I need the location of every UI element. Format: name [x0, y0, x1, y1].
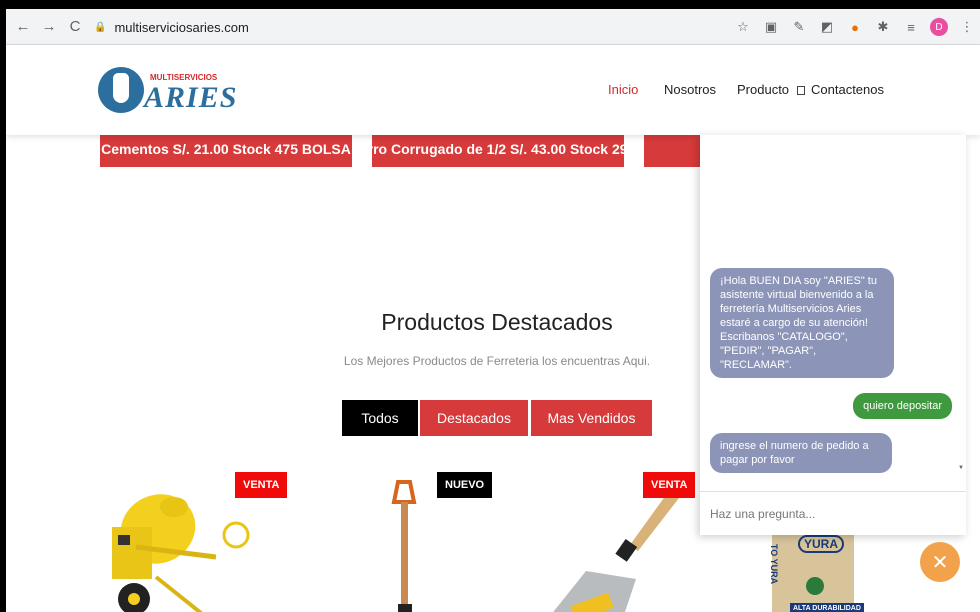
reload-icon[interactable]: C — [62, 14, 88, 40]
pen-icon[interactable]: ✎ — [790, 18, 808, 36]
product-card[interactable] — [526, 479, 686, 612]
chat-close-button[interactable]: ✕ — [920, 542, 960, 582]
back-icon[interactable]: ← — [10, 14, 36, 40]
dropdown-icon — [796, 86, 805, 96]
chat-scrollbar-arrow-icon[interactable]: ▼ — [958, 465, 964, 471]
trowel-image — [553, 481, 686, 612]
close-icon: ✕ — [931, 551, 949, 574]
product-card[interactable] — [366, 474, 446, 612]
chat-widget: ▼ ¡Hola BUEN DIA soy "ARIES" tu asistent… — [700, 135, 966, 535]
section-subtitle: Los Mejores Productos de Ferreteria los … — [343, 354, 651, 368]
cement-bag-tag: ALTA DURABILIDAD — [790, 603, 864, 612]
section-title: Productos Destacados — [381, 309, 613, 335]
browser-toolbar: ← → C 🔒 multiserviciosaries.com ☆ ▣ ✎ ◩ … — [6, 9, 980, 45]
url-text: multiserviciosaries.com — [114, 19, 249, 35]
extension-icon[interactable]: ◩ — [818, 18, 836, 36]
filter-todos-button[interactable]: Todos — [342, 400, 418, 436]
cement-bag-vertical-text: TO YURA — [769, 543, 780, 585]
logo[interactable]: MULTISERVICIOS ARIES — [98, 63, 236, 123]
address-bar[interactable]: 🔒 multiserviciosaries.com — [94, 15, 794, 39]
chat-bot-message: ¡Hola BUEN DIA soy "ARIES" tu asistente … — [710, 268, 894, 378]
extension-icon[interactable]: ▣ — [762, 18, 780, 36]
extensions-bar: ☆ ▣ ✎ ◩ ● ✱ ≡ D ⋮ — [734, 17, 976, 37]
logo-mark-icon — [98, 67, 144, 113]
nav-producto[interactable]: Producto — [737, 82, 805, 97]
badge-venta: VENTA — [643, 472, 696, 498]
nav-inicio[interactable]: Inicio — [608, 82, 638, 97]
menu-icon[interactable]: ⋮ — [958, 18, 976, 36]
ticker-item: Cementos S/. 21.00 Stock 475 BOLSA — [100, 131, 352, 167]
chat-user-message: quiero depositar — [853, 393, 952, 419]
puzzle-icon[interactable]: ✱ — [874, 18, 892, 36]
badge-nuevo: NUEVO — [437, 472, 493, 498]
nav-nosotros[interactable]: Nosotros — [664, 82, 716, 97]
logo-big-text: ARIES — [144, 81, 238, 114]
chat-bot-message: ingrese el numero de pedido a pagar por … — [710, 433, 892, 473]
fire-icon[interactable]: ● — [846, 18, 864, 36]
chat-input-bar — [700, 491, 966, 535]
star-icon[interactable]: ☆ — [734, 18, 752, 36]
ticker-item: Fierro Corrugado de 1/2 S/. 43.00 Stock … — [372, 131, 624, 167]
browser-window: ← → C 🔒 multiserviciosaries.com ☆ ▣ ✎ ◩ … — [6, 9, 980, 612]
badge-venta: VENTA — [235, 472, 288, 498]
forward-icon[interactable]: → — [36, 14, 62, 40]
ticker-item — [644, 131, 704, 167]
filter-destacados-button[interactable]: Destacados — [420, 400, 528, 436]
chat-input[interactable] — [710, 506, 950, 521]
site-header: MULTISERVICIOS ARIES Inicio Nosotros Pro… — [6, 45, 980, 135]
nav-contactenos[interactable]: Contactenos — [811, 82, 884, 97]
cement-bag-seal — [806, 577, 824, 595]
cement-bag-brand: YURA — [798, 535, 845, 553]
lock-icon: 🔒 — [94, 21, 107, 33]
reading-list-icon[interactable]: ≡ — [902, 18, 920, 36]
filter-mas-vendidos-button[interactable]: Mas Vendidos — [531, 400, 652, 436]
avatar[interactable]: D — [930, 18, 948, 36]
nav-producto-label: Producto — [737, 82, 790, 97]
shovel-image — [391, 480, 417, 612]
